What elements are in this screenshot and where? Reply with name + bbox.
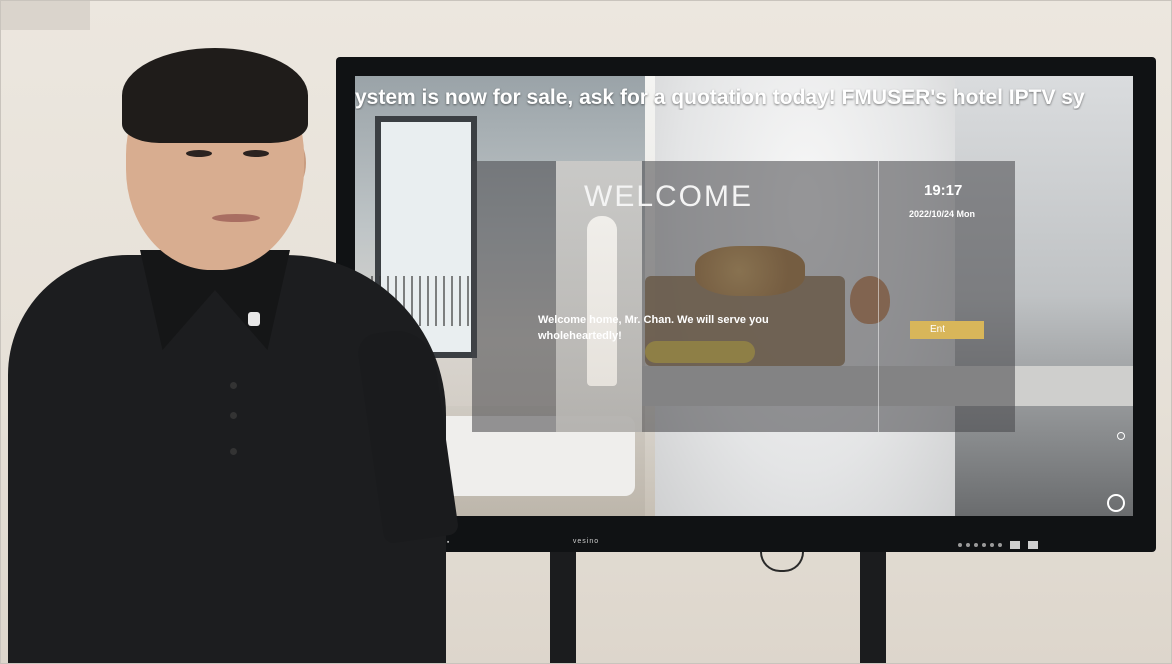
image-frame (0, 0, 1172, 664)
